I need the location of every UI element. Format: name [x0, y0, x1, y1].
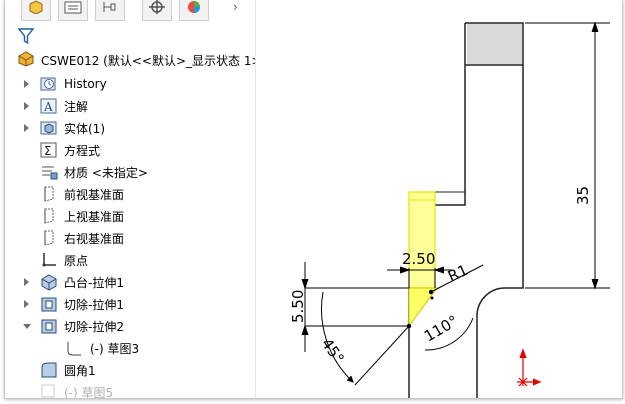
feature-manager-panel: › CSWE012 (默认<<默认>_显示状态 1> History A 注解 … — [5, 0, 255, 398]
display-manager-icon — [188, 1, 200, 13]
tree-item-equations[interactable]: Σ 方程式 — [5, 139, 255, 161]
dim-height-35[interactable]: 35 — [574, 186, 592, 205]
tab-property-manager[interactable] — [58, 0, 88, 21]
tree-item-fillet1[interactable]: 圆角1 — [5, 359, 255, 381]
tree-item-front-plane[interactable]: 前视基准面 — [5, 183, 255, 205]
part-icon — [17, 50, 35, 70]
annotations-icon: A — [40, 97, 58, 115]
expand-icon[interactable] — [23, 277, 31, 287]
tree-item-history[interactable]: History — [5, 73, 255, 95]
material-icon — [40, 163, 58, 181]
dim-vertical-5-50[interactable]: 5.50 — [289, 290, 307, 323]
plane-icon — [40, 207, 58, 225]
cut-extrude-icon — [40, 317, 58, 335]
fillet-icon — [40, 361, 58, 379]
dim-width-2-50[interactable]: 2.50 — [402, 250, 435, 268]
tab-feature-manager[interactable] — [21, 0, 51, 21]
collapse-icon[interactable] — [23, 321, 31, 331]
tree-item-label: 材质 <未指定> — [64, 165, 148, 180]
tree-item-label: 右视基准面 — [64, 231, 125, 246]
tree-item-label: 前视基准面 — [64, 187, 125, 202]
tab-dimxpert-manager[interactable] — [142, 0, 172, 21]
tree-item-sketch5[interactable]: (-) 草图5 — [5, 381, 255, 398]
tree-item-label: 方程式 — [64, 143, 101, 158]
tree-item-label: 原点 — [64, 253, 89, 268]
tree-item-solid-bodies[interactable]: 实体(1) — [5, 117, 255, 139]
axis-triad-icon — [517, 348, 542, 387]
tree-item-cut-extrude1[interactable]: 切除-拉伸1 — [5, 293, 255, 315]
history-icon — [40, 75, 58, 93]
tree-item-label: 切除-拉伸2 — [64, 319, 124, 334]
tree-item-label: 上视基准面 — [64, 209, 125, 224]
tree-item-cut-extrude2[interactable]: 切除-拉伸2 — [5, 315, 255, 337]
dimension-lines — [301, 21, 610, 386]
face-shade — [467, 24, 522, 64]
plane-icon — [40, 229, 58, 247]
tree-item-right-plane[interactable]: 右视基准面 — [5, 227, 255, 249]
tree-item-label: 实体(1) — [64, 121, 105, 136]
svg-text:Σ: Σ — [44, 144, 52, 158]
tree-item-label: 凸台-拉伸1 — [64, 275, 124, 290]
feature-manager-icon — [29, 0, 43, 14]
tree-item-boss-extrude1[interactable]: 凸台-拉伸1 — [5, 271, 255, 293]
svg-text:A: A — [43, 100, 53, 114]
tab-display-manager[interactable] — [179, 0, 209, 21]
tree-item-label: History — [64, 77, 107, 91]
origin-icon — [40, 251, 58, 269]
dim-radius-r1[interactable]: R1 — [445, 261, 471, 286]
boss-extrude-icon — [40, 273, 58, 291]
tree-item-origin[interactable]: 原点 — [5, 249, 255, 271]
tree-root-label: CSWE012 (默认<<默认>_显示状态 1> — [41, 53, 255, 68]
solidworks-window: › CSWE012 (默认<<默认>_显示状态 1> History A 注解 … — [4, 0, 623, 399]
dimxpert-icon — [149, 0, 165, 14]
expand-icon[interactable] — [23, 299, 31, 309]
tree-item-sketch3[interactable]: (-) 草图3 — [5, 337, 255, 359]
expand-icon[interactable] — [23, 123, 31, 133]
sketch-icon — [65, 339, 83, 357]
filter-icon[interactable] — [17, 27, 35, 48]
tree-item-annotations[interactable]: A 注解 — [5, 95, 255, 117]
configuration-manager-icon — [103, 2, 116, 12]
tree-item-label: (-) 草图5 — [64, 385, 114, 399]
tree-item-material[interactable]: 材质 <未指定> — [5, 161, 255, 183]
equations-icon: Σ — [40, 141, 58, 159]
tree-item-label: 注解 — [64, 99, 89, 114]
panel-tabs: › — [5, 0, 255, 24]
expand-icon[interactable] — [23, 101, 31, 111]
property-manager-icon — [64, 1, 82, 14]
graphics-area[interactable]: 35 2.50 R1 5.50 45° 110° — [256, 0, 622, 398]
more-tabs-chevron-icon[interactable]: › — [233, 0, 249, 16]
sketch-icon — [40, 383, 58, 398]
tab-configuration-manager[interactable] — [95, 0, 125, 21]
tree-item-label: 圆角1 — [64, 363, 96, 378]
solid-bodies-icon — [40, 119, 58, 137]
cut-extrude-icon — [40, 295, 58, 313]
dim-angle-45[interactable]: 45° — [318, 335, 348, 367]
tree-item-label: (-) 草图3 — [90, 341, 140, 356]
expand-icon[interactable] — [23, 79, 31, 89]
tree-root[interactable]: CSWE012 (默认<<默认>_显示状态 1> — [17, 50, 255, 70]
tree-item-label: 切除-拉伸1 — [64, 297, 124, 312]
tree-item-top-plane[interactable]: 上视基准面 — [5, 205, 255, 227]
cad-drawing: 35 2.50 R1 5.50 45° 110° — [289, 21, 610, 398]
plane-icon — [40, 185, 58, 203]
